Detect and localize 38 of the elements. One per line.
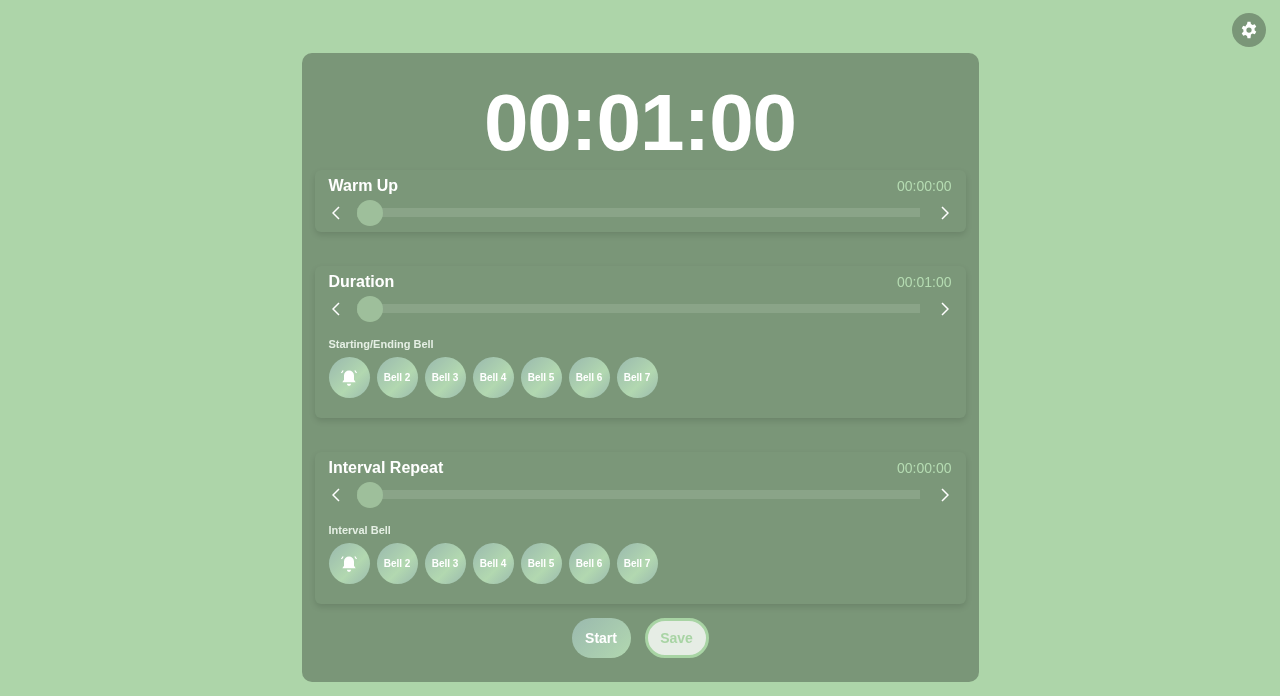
section-title: Interval Repeat bbox=[328, 459, 444, 477]
chevron-left-icon bbox=[331, 206, 340, 220]
chevron-right-icon bbox=[940, 488, 949, 502]
slider-thumb[interactable] bbox=[356, 296, 383, 322]
bell-button[interactable] bbox=[328, 543, 370, 584]
bell-icon bbox=[339, 367, 359, 388]
bell-button[interactable]: Bell 2 bbox=[376, 357, 418, 398]
bell-button[interactable]: Bell 6 bbox=[568, 357, 610, 398]
bell-label: Interval Bell bbox=[328, 524, 392, 536]
settings-button[interactable] bbox=[1232, 13, 1266, 47]
slider-thumb[interactable] bbox=[356, 482, 383, 508]
time-value: 00:01:00 bbox=[897, 274, 952, 290]
bell-button[interactable]: Bell 7 bbox=[616, 543, 658, 584]
slider-thumb[interactable] bbox=[356, 200, 383, 226]
section-title: Duration bbox=[328, 273, 395, 291]
bell-button[interactable]: Bell 5 bbox=[520, 357, 562, 398]
bell-button[interactable] bbox=[328, 357, 370, 398]
chevron-left-icon bbox=[331, 302, 340, 316]
timer-display: 00:01:00 bbox=[482, 81, 798, 165]
start-button[interactable]: Start bbox=[571, 618, 631, 658]
chevron-left-icon bbox=[331, 488, 340, 502]
settings-icon bbox=[1240, 21, 1258, 39]
bell-button[interactable]: Bell 3 bbox=[424, 357, 466, 398]
time-value: 00:00:00 bbox=[897, 178, 952, 194]
bell-button[interactable]: Bell 2 bbox=[376, 543, 418, 584]
chevron-right-icon bbox=[940, 302, 949, 316]
chevron-right-icon bbox=[940, 206, 949, 220]
bell-button[interactable]: Bell 7 bbox=[616, 357, 658, 398]
section-title: Warm Up bbox=[328, 177, 399, 195]
bell-icon bbox=[339, 553, 359, 574]
bell-label: Starting/Ending Bell bbox=[328, 338, 435, 350]
bell-button[interactable]: Bell 4 bbox=[472, 357, 514, 398]
time-value: 00:00:00 bbox=[897, 460, 952, 476]
bell-button[interactable]: Bell 6 bbox=[568, 543, 610, 584]
save-button[interactable]: Save bbox=[644, 618, 709, 658]
bell-button[interactable]: Bell 3 bbox=[424, 543, 466, 584]
bell-button[interactable]: Bell 4 bbox=[472, 543, 514, 584]
bell-button[interactable]: Bell 5 bbox=[520, 543, 562, 584]
